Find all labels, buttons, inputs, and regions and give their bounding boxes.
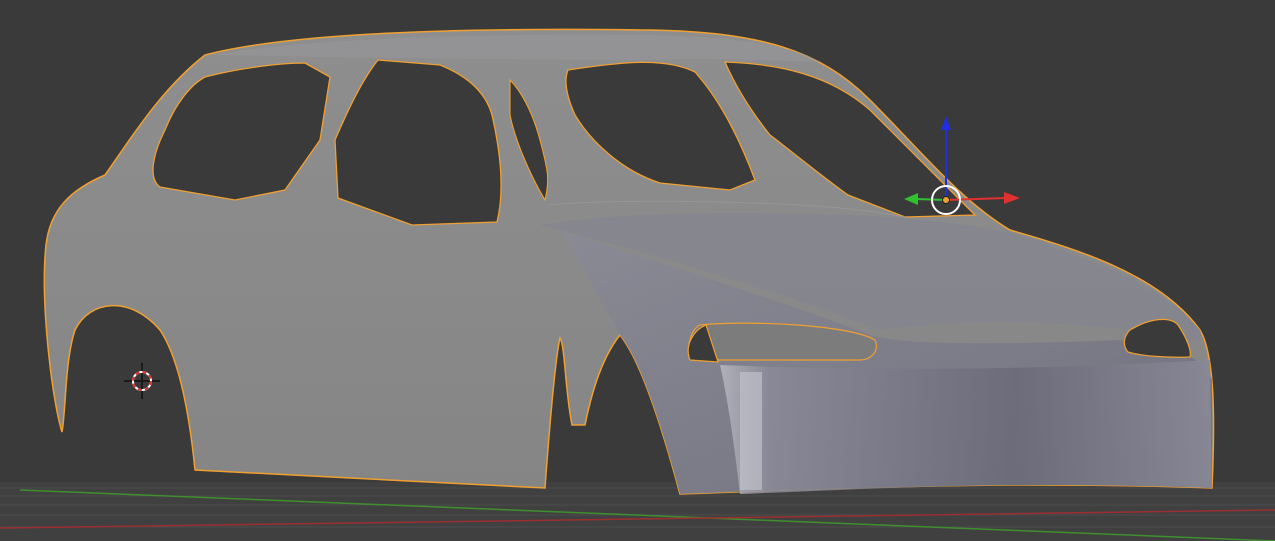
gizmo-pivot-point[interactable]: [942, 196, 950, 204]
viewport-canvas[interactable]: [0, 0, 1275, 541]
bumper-highlight: [740, 372, 762, 490]
gizmo-y-axis: [915, 198, 947, 201]
3d-viewport[interactable]: [0, 0, 1275, 541]
car-front-bumper[interactable]: [720, 360, 1212, 494]
grid-floor: [0, 482, 1275, 541]
